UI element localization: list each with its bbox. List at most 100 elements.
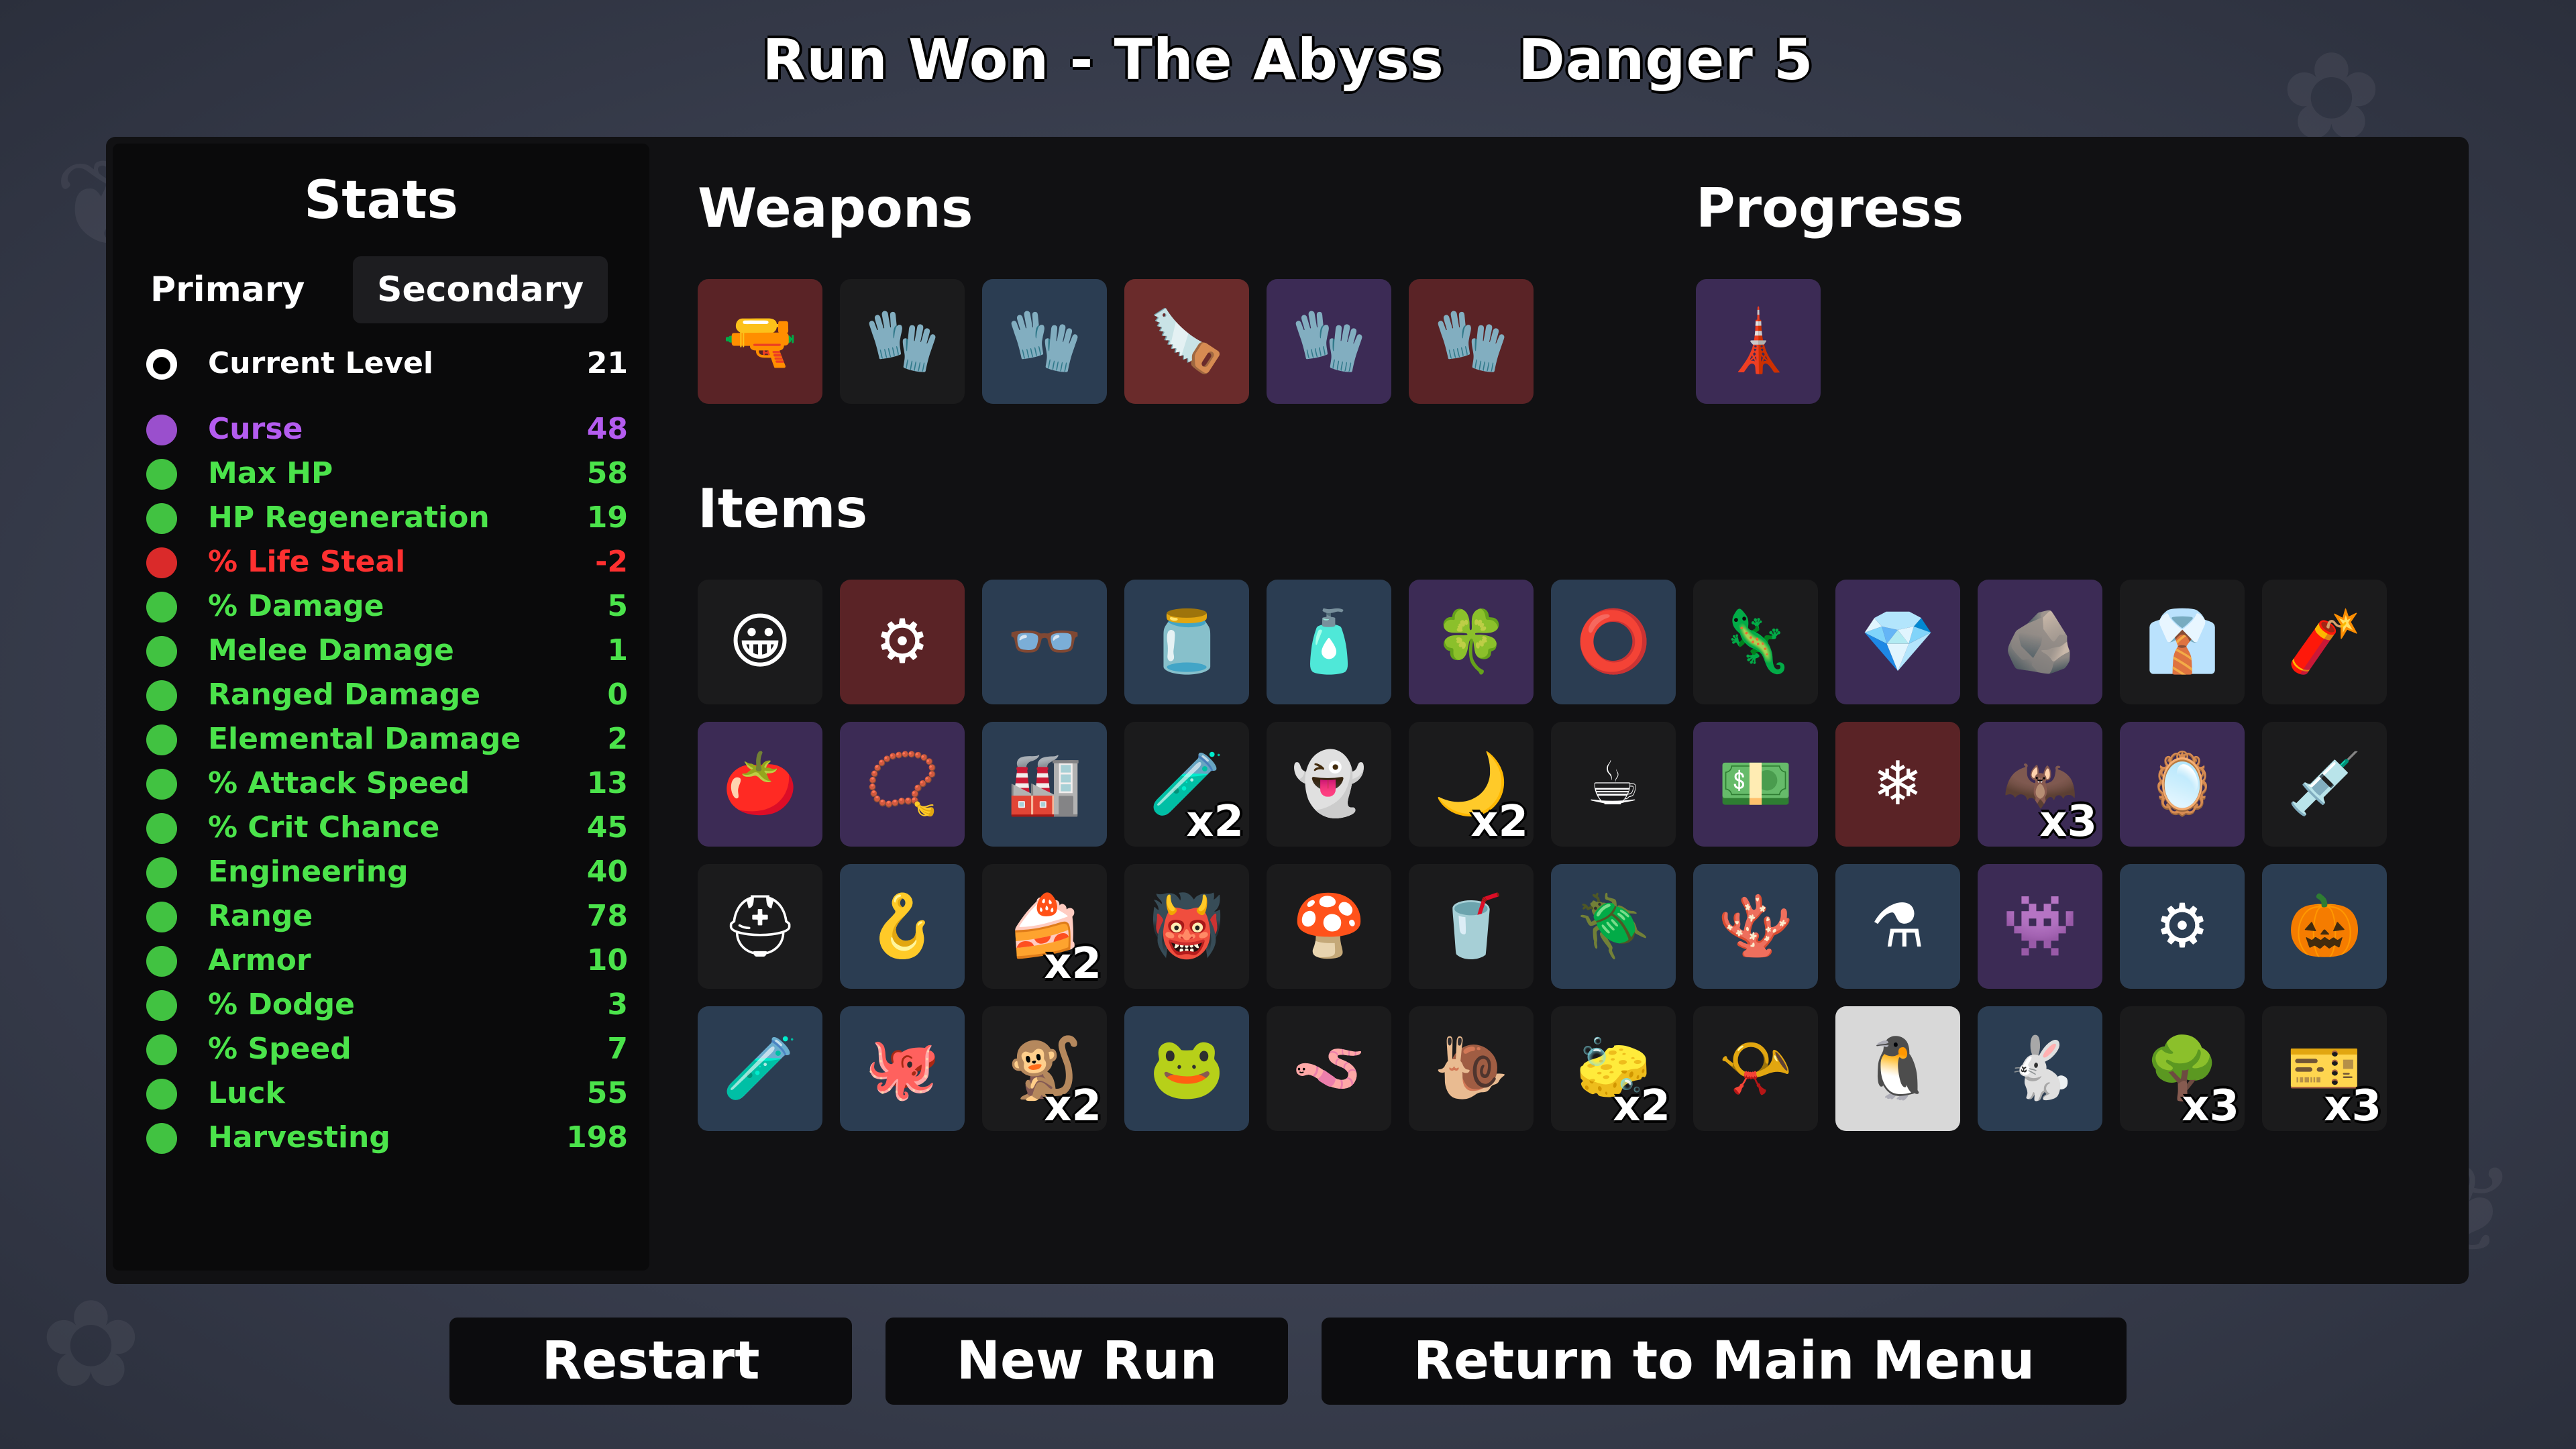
heart-icon	[146, 459, 177, 490]
ghost-icon: 👻	[1291, 749, 1367, 819]
item-slot[interactable]: 🐸	[1124, 1006, 1249, 1131]
item-slot[interactable]: 🪱	[1267, 1006, 1391, 1131]
level-icon: ●	[146, 349, 177, 380]
item-slot[interactable]: ⭕	[1551, 580, 1676, 704]
item-slot[interactable]: 🦎	[1693, 580, 1818, 704]
item-slot[interactable]: 📿	[840, 722, 965, 847]
item-slot[interactable]: 🧽 x2	[1551, 1006, 1676, 1131]
item-slot[interactable]: 🍅	[698, 722, 822, 847]
main-menu-button[interactable]: Return to Main Menu	[1322, 1318, 2127, 1405]
item-slot[interactable]: 💉	[2262, 722, 2387, 847]
stat-label: % Life Steal	[208, 545, 406, 579]
progress-slot[interactable]: 🗼	[1696, 279, 1821, 404]
item-slot[interactable]: 👔	[2120, 580, 2245, 704]
item-slot[interactable]: 🪲	[1551, 864, 1676, 989]
run-summary-header: Run Won - The Abyss Danger 5	[0, 27, 2576, 93]
stat-label: % Attack Speed	[208, 766, 470, 800]
revolver-icon: 🔫	[722, 306, 798, 376]
weapon-slot[interactable]: 🪚	[1124, 279, 1249, 404]
stat-value: 40	[586, 855, 628, 889]
whistle-icon: 📯	[1717, 1033, 1794, 1104]
item-slot[interactable]: 🍰 x2	[982, 864, 1107, 989]
rabbit-icon: 🐇	[2002, 1033, 2078, 1104]
stat-row: Harvesting 198	[146, 1118, 628, 1158]
restart-button[interactable]: Restart	[449, 1318, 852, 1405]
stat-label: HP Regeneration	[208, 500, 490, 535]
item-slot[interactable]: ⚗	[1835, 864, 1960, 989]
item-slot[interactable]: 🌳 x3	[2120, 1006, 2245, 1131]
item-slot[interactable]: 🏭	[982, 722, 1107, 847]
item-slot[interactable]: 🥤	[1409, 864, 1534, 989]
shield-icon	[146, 946, 177, 977]
item-slot[interactable]: ❄	[1835, 722, 1960, 847]
item-slot[interactable]: 🧪 x2	[1124, 722, 1249, 847]
brain-icon	[146, 592, 177, 623]
item-count-badge: x2	[1044, 1081, 1102, 1131]
item-slot[interactable]: 🐙	[840, 1006, 965, 1131]
item-slot[interactable]: ⛑	[698, 864, 822, 989]
gauntlet-icon: 🧤	[1433, 306, 1509, 376]
frog-icon: 🐸	[1148, 1033, 1225, 1104]
item-slot[interactable]: 👾	[1978, 864, 2102, 989]
item-slot[interactable]: 💎	[1835, 580, 1960, 704]
weapon-slot[interactable]: 🧤	[1409, 279, 1534, 404]
item-slot[interactable]: 🐌	[1409, 1006, 1534, 1131]
gauntlet-icon: 🧤	[1291, 306, 1367, 376]
item-slot[interactable]: 🌙 x2	[1409, 722, 1534, 847]
stat-label: % Damage	[208, 589, 384, 623]
item-slot[interactable]: 🎫 x3	[2262, 1006, 2387, 1131]
stat-value: 58	[586, 456, 628, 490]
item-slot[interactable]: 🪸	[1693, 864, 1818, 989]
jar-icon: 🫙	[1148, 606, 1225, 677]
pumpkin-icon: 🎃	[2286, 891, 2363, 961]
item-slot[interactable]: 🐧	[1835, 1006, 1960, 1131]
stat-row: HP Regeneration 19	[146, 498, 628, 538]
coral-icon: 🪸	[1717, 891, 1794, 961]
item-slot[interactable]: 🐇	[1978, 1006, 2102, 1131]
item-slot[interactable]: 👹	[1124, 864, 1249, 989]
item-slot[interactable]: 🧴	[1267, 580, 1391, 704]
gear-icon: ⚙	[2155, 891, 2210, 961]
item-slot[interactable]: 💵	[1693, 722, 1818, 847]
item-slot[interactable]: 👓	[982, 580, 1107, 704]
flask-icon: ⚗	[1870, 891, 1925, 961]
item-slot[interactable]: 🪞	[2120, 722, 2245, 847]
item-slot[interactable]: 🦇 x3	[1978, 722, 2102, 847]
item-slot[interactable]: 😀	[698, 580, 822, 704]
tab-secondary[interactable]: Secondary	[353, 256, 608, 323]
dice-icon	[146, 1079, 177, 1110]
stat-value: 1	[607, 633, 628, 667]
item-count-badge: x2	[1044, 939, 1102, 989]
weapon-slot[interactable]: 🧤	[982, 279, 1107, 404]
item-slot[interactable]: 👻	[1267, 722, 1391, 847]
item-slot[interactable]: 🧨	[2262, 580, 2387, 704]
stat-row: % Life Steal -2	[146, 542, 628, 582]
item-slot[interactable]: ⚙	[2120, 864, 2245, 989]
weapon-slot[interactable]: 🔫	[698, 279, 822, 404]
syringe-icon: 💉	[2286, 749, 2363, 819]
item-slot[interactable]: 🎃	[2262, 864, 2387, 989]
item-slot[interactable]: 🪝	[840, 864, 965, 989]
item-slot[interactable]: 🍄	[1267, 864, 1391, 989]
stat-label: % Speed	[208, 1032, 352, 1066]
penguin-icon: 🐧	[1860, 1033, 1936, 1104]
item-slot[interactable]: 🪨	[1978, 580, 2102, 704]
new-run-button[interactable]: New Run	[885, 1318, 1288, 1405]
item-count-badge: x3	[2182, 1081, 2239, 1131]
item-slot[interactable]: 🍀	[1409, 580, 1534, 704]
stat-value: -2	[595, 545, 628, 579]
item-slot[interactable]: ☕	[1551, 722, 1676, 847]
run-result-title: Run Won - The Abyss	[762, 27, 1444, 93]
weapon-slot[interactable]: 🧤	[840, 279, 965, 404]
gauntlet-icon: 🧤	[1006, 306, 1083, 376]
item-slot[interactable]: 📯	[1693, 1006, 1818, 1131]
item-slot[interactable]: 🫙	[1124, 580, 1249, 704]
item-slot[interactable]: 🧪	[698, 1006, 822, 1131]
item-slot[interactable]: 🐒 x2	[982, 1006, 1107, 1131]
stat-row: % Crit Chance 45	[146, 808, 628, 848]
stat-value: 10	[586, 943, 628, 977]
item-slot[interactable]: ⚙	[840, 580, 965, 704]
item-count-badge: x2	[1613, 1081, 1670, 1131]
weapon-slot[interactable]: 🧤	[1267, 279, 1391, 404]
tab-primary[interactable]: Primary	[126, 256, 329, 323]
